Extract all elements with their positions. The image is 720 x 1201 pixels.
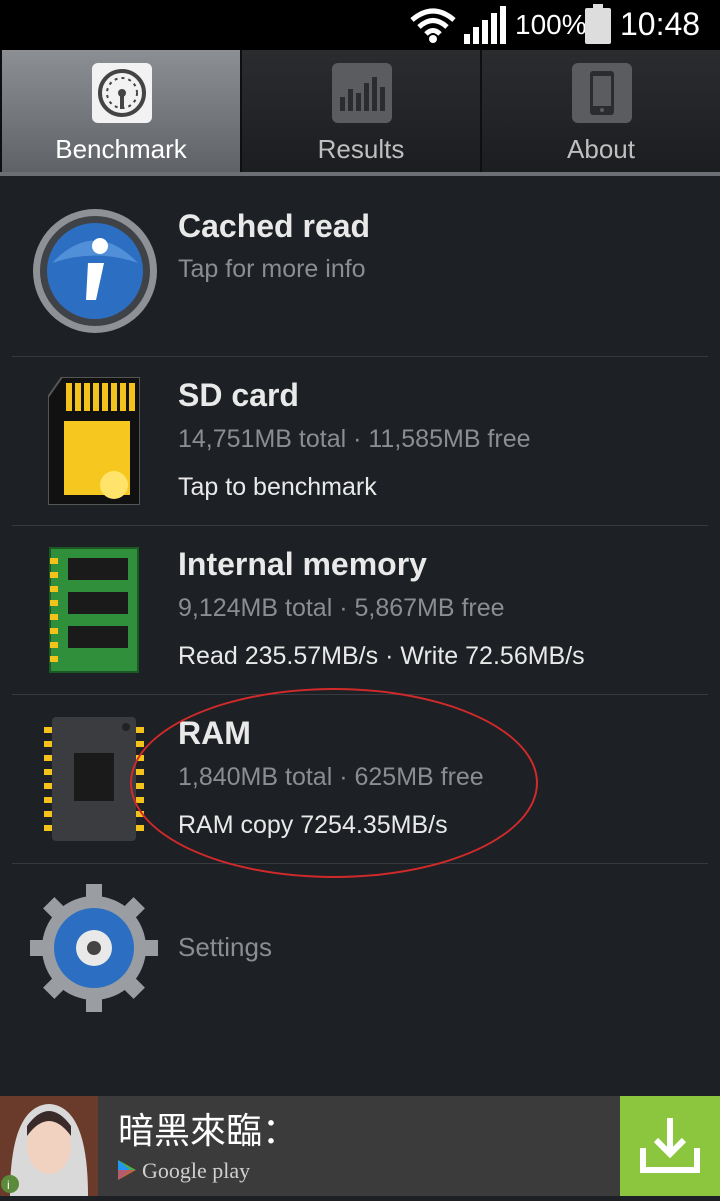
tab-about[interactable]: About	[482, 50, 720, 172]
memory-chip-icon	[48, 546, 140, 679]
clock: 10:48	[620, 6, 701, 42]
download-icon	[640, 1118, 700, 1179]
list-item-sd-card[interactable]: SD card 14,751MB total · 11,585MB free T…	[0, 357, 720, 525]
tab-results-label: Results	[317, 134, 405, 164]
google-play-label: Google play	[142, 1158, 251, 1183]
phone-icon	[572, 63, 632, 123]
internal-memory-detail: Read 235.57MB/s · Write 72.56MB/s	[178, 642, 585, 670]
tab-bar: Benchmark Results About	[0, 50, 720, 176]
list-item-settings[interactable]	[0, 864, 720, 1034]
signal-icon	[464, 6, 508, 49]
tab-benchmark[interactable]: Benchmark	[2, 50, 240, 172]
sd-card-title: SD card	[178, 377, 299, 413]
battery-icon	[585, 4, 611, 49]
ad-title: 暗黑來臨：	[118, 1110, 299, 1151]
settings-label[interactable]: Settings	[178, 932, 272, 963]
speedometer-icon	[92, 63, 152, 123]
cached-read-subtitle: Tap for more info	[178, 255, 366, 283]
download-button[interactable]	[620, 1096, 720, 1196]
list-item-cached-read[interactable]: Cached read Tap for more info	[0, 180, 720, 356]
gear-icon	[30, 884, 158, 1017]
sd-card-icon	[47, 376, 141, 510]
battery-percent: 100%	[515, 9, 587, 40]
tab-about-label: About	[567, 134, 635, 164]
annotation-ellipse	[130, 688, 538, 878]
tab-underline	[0, 172, 720, 176]
list-item-internal-memory[interactable]: Internal memory 9,124MB total · 5,867MB …	[0, 526, 720, 694]
internal-memory-subtitle: 9,124MB total · 5,867MB free	[178, 594, 505, 622]
wifi-icon	[410, 8, 456, 49]
info-icon	[32, 208, 158, 339]
sd-card-detail: Tap to benchmark	[178, 473, 377, 501]
status-bar: 100% 10:48	[0, 0, 720, 50]
ram-chip-icon	[44, 717, 144, 846]
google-play-icon	[118, 1160, 136, 1185]
internal-memory-title: Internal memory	[178, 546, 427, 582]
tab-benchmark-label: Benchmark	[55, 134, 187, 164]
tab-results[interactable]: Results	[242, 50, 480, 172]
bar-chart-icon	[332, 63, 392, 123]
ad-thumbnail: i	[0, 1096, 98, 1196]
sd-card-subtitle: 14,751MB total · 11,585MB free	[178, 425, 531, 453]
cached-read-title: Cached read	[178, 208, 371, 244]
svg-text:i: i	[7, 1178, 10, 1192]
ad-banner[interactable]: i 暗黑來臨： Google play	[0, 1096, 720, 1196]
